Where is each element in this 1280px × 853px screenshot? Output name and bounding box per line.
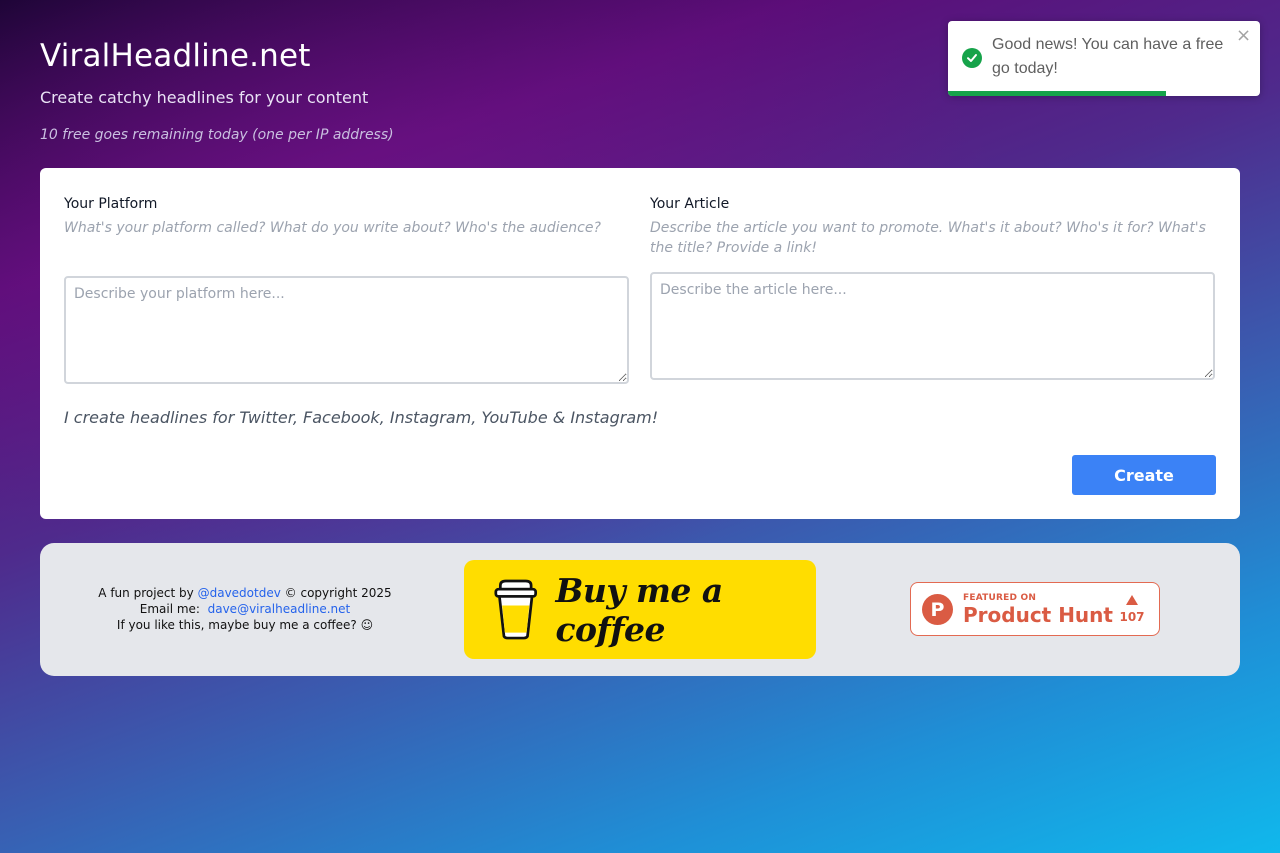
upvote-arrow-icon [1126, 595, 1138, 605]
article-section: Your Article Describe the article you wa… [650, 196, 1215, 380]
email-line: Email me: dave@viralheadline.net [80, 601, 410, 617]
author-handle-link[interactable]: @davedotdev [198, 586, 281, 600]
tagline: Create catchy headlines for your content [40, 88, 369, 107]
coffee-cup-icon [494, 579, 538, 639]
product-hunt-featured-label: FEATURED ON [963, 593, 1037, 603]
site-title: ViralHeadline.net [40, 38, 311, 74]
product-hunt-name: Product Hunt [963, 603, 1113, 627]
footer: A fun project by @davedotdev © copyright… [40, 543, 1240, 676]
product-hunt-logo-icon: P [922, 594, 953, 625]
buy-me-a-coffee-label: Buy me a coffee [555, 570, 723, 649]
upvote-count: 107 [1119, 610, 1145, 624]
product-hunt-badge[interactable]: P FEATURED ON Product Hunt 107 [910, 582, 1160, 636]
platform-label: Your Platform [64, 196, 158, 212]
check-circle-icon [962, 48, 982, 68]
success-toast: Good news! You can have a free go today!… [948, 21, 1260, 96]
email-link[interactable]: dave@viralheadline.net [208, 602, 351, 616]
copyright: © copyright 2025 [284, 586, 392, 600]
create-button[interactable]: Create [1072, 455, 1216, 495]
article-label: Your Article [650, 196, 730, 212]
article-help-text: Describe the article you want to promote… [650, 220, 1206, 256]
buy-me-a-coffee-button[interactable]: Buy me a coffee [464, 560, 816, 659]
free-goes-remaining: 10 free goes remaining today (one per IP… [40, 127, 394, 143]
close-icon[interactable]: × [1236, 25, 1251, 46]
toast-progress-bar [948, 91, 1167, 96]
platform-help-text: What's your platform called? What do you… [64, 220, 601, 236]
email-label: Email me: [139, 602, 200, 616]
headline-form-card: Your Platform What's your platform calle… [40, 168, 1240, 519]
platform-textarea[interactable] [64, 276, 629, 384]
article-textarea[interactable] [650, 272, 1215, 380]
credits: A fun project by @davedotdev © copyright… [80, 585, 410, 633]
credit-line: A fun project by @davedotdev © copyright… [80, 585, 410, 601]
credit-prefix: A fun project by [98, 586, 194, 600]
coffee-note: If you like this, maybe buy me a coffee?… [116, 618, 374, 632]
platform-section: Your Platform What's your platform calle… [64, 196, 629, 384]
toast-message: Good news! You can have a free go today! [992, 36, 1224, 77]
supported-platforms-note: I create headlines for Twitter, Facebook… [64, 408, 659, 427]
header: ViralHeadline.net Create catchy headline… [40, 38, 394, 143]
